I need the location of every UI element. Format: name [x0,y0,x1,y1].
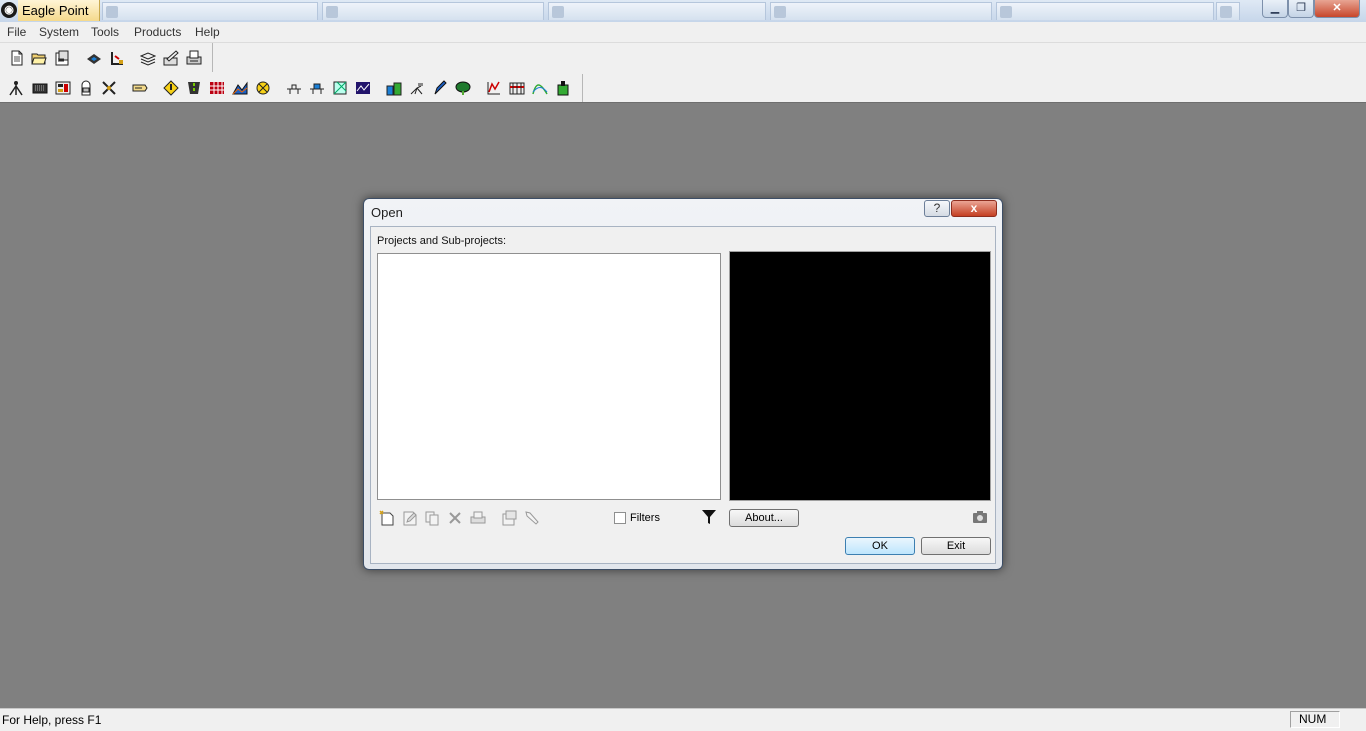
dialog-title: Open [371,205,403,220]
new-icon[interactable] [9,50,25,66]
close-button[interactable]: ✕ [1314,0,1360,18]
pipe-icon[interactable] [309,80,325,96]
minimize-button[interactable]: ▁ [1262,0,1288,18]
projects-list[interactable] [377,253,721,500]
tower-icon[interactable] [555,80,571,96]
background-taskbar-tab[interactable] [996,2,1214,20]
terrain-icon[interactable] [232,80,248,96]
import-icon[interactable] [86,50,102,66]
export-icon[interactable] [109,50,125,66]
background-taskbar-tab[interactable] [548,2,766,20]
print-icon[interactable] [186,50,202,66]
open-folder-icon[interactable] [31,50,47,66]
minimize-icon: ▁ [1270,2,1280,14]
backpack-icon[interactable] [78,80,94,96]
close-icon: ✕ [1332,2,1342,14]
building-icon[interactable] [386,80,402,96]
pick-icon[interactable] [524,510,540,526]
open-dialog: Open ? x Projects and Sub-projects: Filt… [363,198,1003,570]
standard-toolbar [0,43,213,72]
menu-help[interactable]: Help [195,22,220,42]
boundary-icon[interactable] [332,80,348,96]
properties-icon[interactable] [54,50,70,66]
menu-bar: File System Tools Products Help [0,22,1366,43]
profile-icon[interactable] [286,80,302,96]
menu-products[interactable]: Products [134,22,181,42]
menu-tools[interactable]: Tools [91,22,119,42]
background-taskbar-tab[interactable] [322,2,544,20]
compass-icon[interactable] [255,80,271,96]
num-lock-indicator: NUM [1290,711,1340,728]
app-title: Eagle Point [18,0,100,21]
projects-label: Projects and Sub-projects: [377,235,507,247]
print-project-icon[interactable] [470,510,486,526]
road-icon[interactable] [186,80,202,96]
dialog-help-button[interactable]: ? [924,200,950,217]
status-help-text: For Help, press F1 [2,713,102,727]
tree-icon[interactable] [455,80,471,96]
dialog-close-button[interactable]: x [951,200,997,217]
edit-project-icon[interactable] [402,510,418,526]
title-bar: ◉ Eagle Point ▁ ❐ ✕ [0,0,1366,23]
label-icon[interactable] [132,80,148,96]
grid-icon[interactable] [209,80,225,96]
edit-icon[interactable] [163,50,179,66]
project-properties-icon[interactable] [501,510,517,526]
graph-icon[interactable] [355,80,371,96]
calculator-icon[interactable] [55,80,71,96]
about-button[interactable]: About... [729,509,799,527]
diamond-sign-icon[interactable] [163,80,179,96]
camera-icon[interactable] [972,510,988,524]
menu-system[interactable]: System [39,22,79,42]
restore-icon: ❐ [1296,2,1306,14]
status-bar: For Help, press F1 NUM [0,708,1366,731]
transit-icon[interactable] [409,80,425,96]
restore-button[interactable]: ❐ [1288,0,1314,18]
dialog-body: Projects and Sub-projects: Filters About… [370,226,996,564]
pen-icon[interactable] [432,80,448,96]
filters-checkbox[interactable] [614,512,626,524]
survey-grid-icon[interactable] [509,80,525,96]
eagle-point-logo-icon[interactable]: ◉ [1,2,17,18]
new-project-icon[interactable] [379,510,395,526]
menu-file[interactable]: File [7,22,26,42]
background-taskbar-tab[interactable] [102,2,318,20]
layers-icon[interactable] [140,50,156,66]
delete-project-icon[interactable] [447,510,463,526]
exit-button[interactable]: Exit [921,537,991,555]
background-taskbar-tab[interactable] [1216,2,1240,20]
funnel-icon[interactable] [701,509,717,525]
filters-label: Filters [630,512,660,524]
chart-icon[interactable] [486,80,502,96]
copy-project-icon[interactable] [424,510,440,526]
curve-icon[interactable] [532,80,548,96]
products-toolbar [0,74,583,102]
keyboard-icon[interactable] [32,80,48,96]
survey-icon[interactable] [8,80,24,96]
background-taskbar-tab[interactable] [770,2,992,20]
preview-pane [729,251,991,501]
ok-button[interactable]: OK [845,537,915,555]
crossroads-icon[interactable] [101,80,117,96]
